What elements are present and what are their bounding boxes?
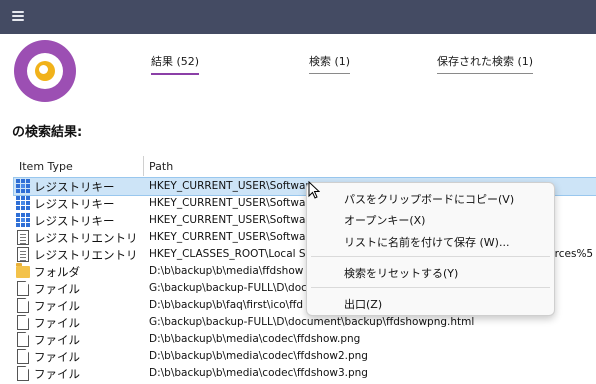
tab-saved-searches[interactable]: 保存された検索 (1) [437,53,534,74]
tab-saved-searches-label: 保存された検索 (1) [437,55,534,68]
item-path: D:\b\backup\b\media\ffdshow [149,265,304,277]
item-path: HKEY_CLASSES_ROOT\Local Sett [149,248,321,260]
folder-icon [16,263,30,278]
registry-key-icon [16,213,30,228]
item-type: ファイル [34,299,80,313]
app-logo [14,40,76,102]
tab-search-label: 検索 (1) [309,55,351,68]
hamburger-menu-icon[interactable] [12,11,24,21]
file-icon [17,281,29,296]
item-path: G:\backup\backup-FULL\D\doc [149,282,307,294]
context-menu: パスをクリップボードにコピー(V) オープンキー(X) リストに名前を付けて保存… [306,182,555,316]
item-type: ファイル [34,350,80,364]
item-path: HKEY_CURRENT_USER\Software [149,180,316,192]
save-list-menu-item[interactable]: リストに名前を付けて保存 (W)... [344,234,509,250]
item-path: HKEY_CURRENT_USER\Software [149,231,316,243]
item-path: HKEY_CURRENT_USER\Software [149,214,316,226]
item-type: ファイル [34,316,80,330]
registry-key-icon [16,196,30,211]
menu-separator [311,287,550,288]
item-type: ファイル [34,367,80,381]
registry-entry-icon [17,230,29,245]
table-row[interactable]: ファイル D:\b\backup\b\media\codec\ffdshow.p… [14,331,596,348]
item-type: ファイル [34,333,80,347]
item-type: レジストリキー [34,214,115,228]
mouse-cursor-icon [308,181,320,199]
registry-key-icon [16,179,30,194]
item-type: レジストリキー [34,180,115,194]
item-type: フォルダ [34,265,80,279]
file-icon [17,332,29,347]
copy-path-menu-item[interactable]: パスをクリップボードにコピー(V) [344,191,514,207]
results-heading: の検索結果: [12,125,83,140]
registry-entry-icon [17,247,29,262]
file-icon [17,298,29,313]
tab-results[interactable]: 結果 (52) [151,53,200,75]
title-bar [0,0,596,34]
item-type: レジストリエントリ [34,248,138,262]
item-path: D:\b\backup\b\media\codec\ffdshow2.png [149,350,368,362]
table-row[interactable]: ファイル D:\b\backup\b\media\codec\ffdshow2.… [14,348,596,365]
menu-separator [311,256,550,257]
column-separator[interactable] [143,156,144,176]
table-row[interactable]: ファイル G:\backup\backup-FULL\D\document\ba… [14,314,596,331]
table-row[interactable]: ファイル D:\b\backup\b\media\codec\ffdshow3.… [14,365,596,382]
item-path: D:\b\backup\b\media\codec\ffdshow3.png [149,367,368,379]
file-icon [17,366,29,381]
reset-search-menu-item[interactable]: 検索をリセットする(Y) [344,265,458,281]
tab-search[interactable]: 検索 (1) [309,53,351,74]
item-path: HKEY_CURRENT_USER\Software [149,197,316,209]
exit-menu-item[interactable]: 出口(Z) [344,296,382,312]
open-key-menu-item[interactable]: オープンキー(X) [344,212,425,228]
tab-results-label: 結果 (52) [151,55,200,68]
item-path: D:\b\backup\b\faq\first\ico\ffd [149,299,303,311]
file-icon [17,349,29,364]
file-icon [17,315,29,330]
item-type: レジストリエントリ [34,231,138,245]
item-type: レジストリキー [34,197,115,211]
item-path: D:\b\backup\b\media\codec\ffdshow.png [149,333,361,345]
item-path: G:\backup\backup-FULL\D\document\backup\… [149,316,475,328]
item-type: ファイル [34,282,80,296]
